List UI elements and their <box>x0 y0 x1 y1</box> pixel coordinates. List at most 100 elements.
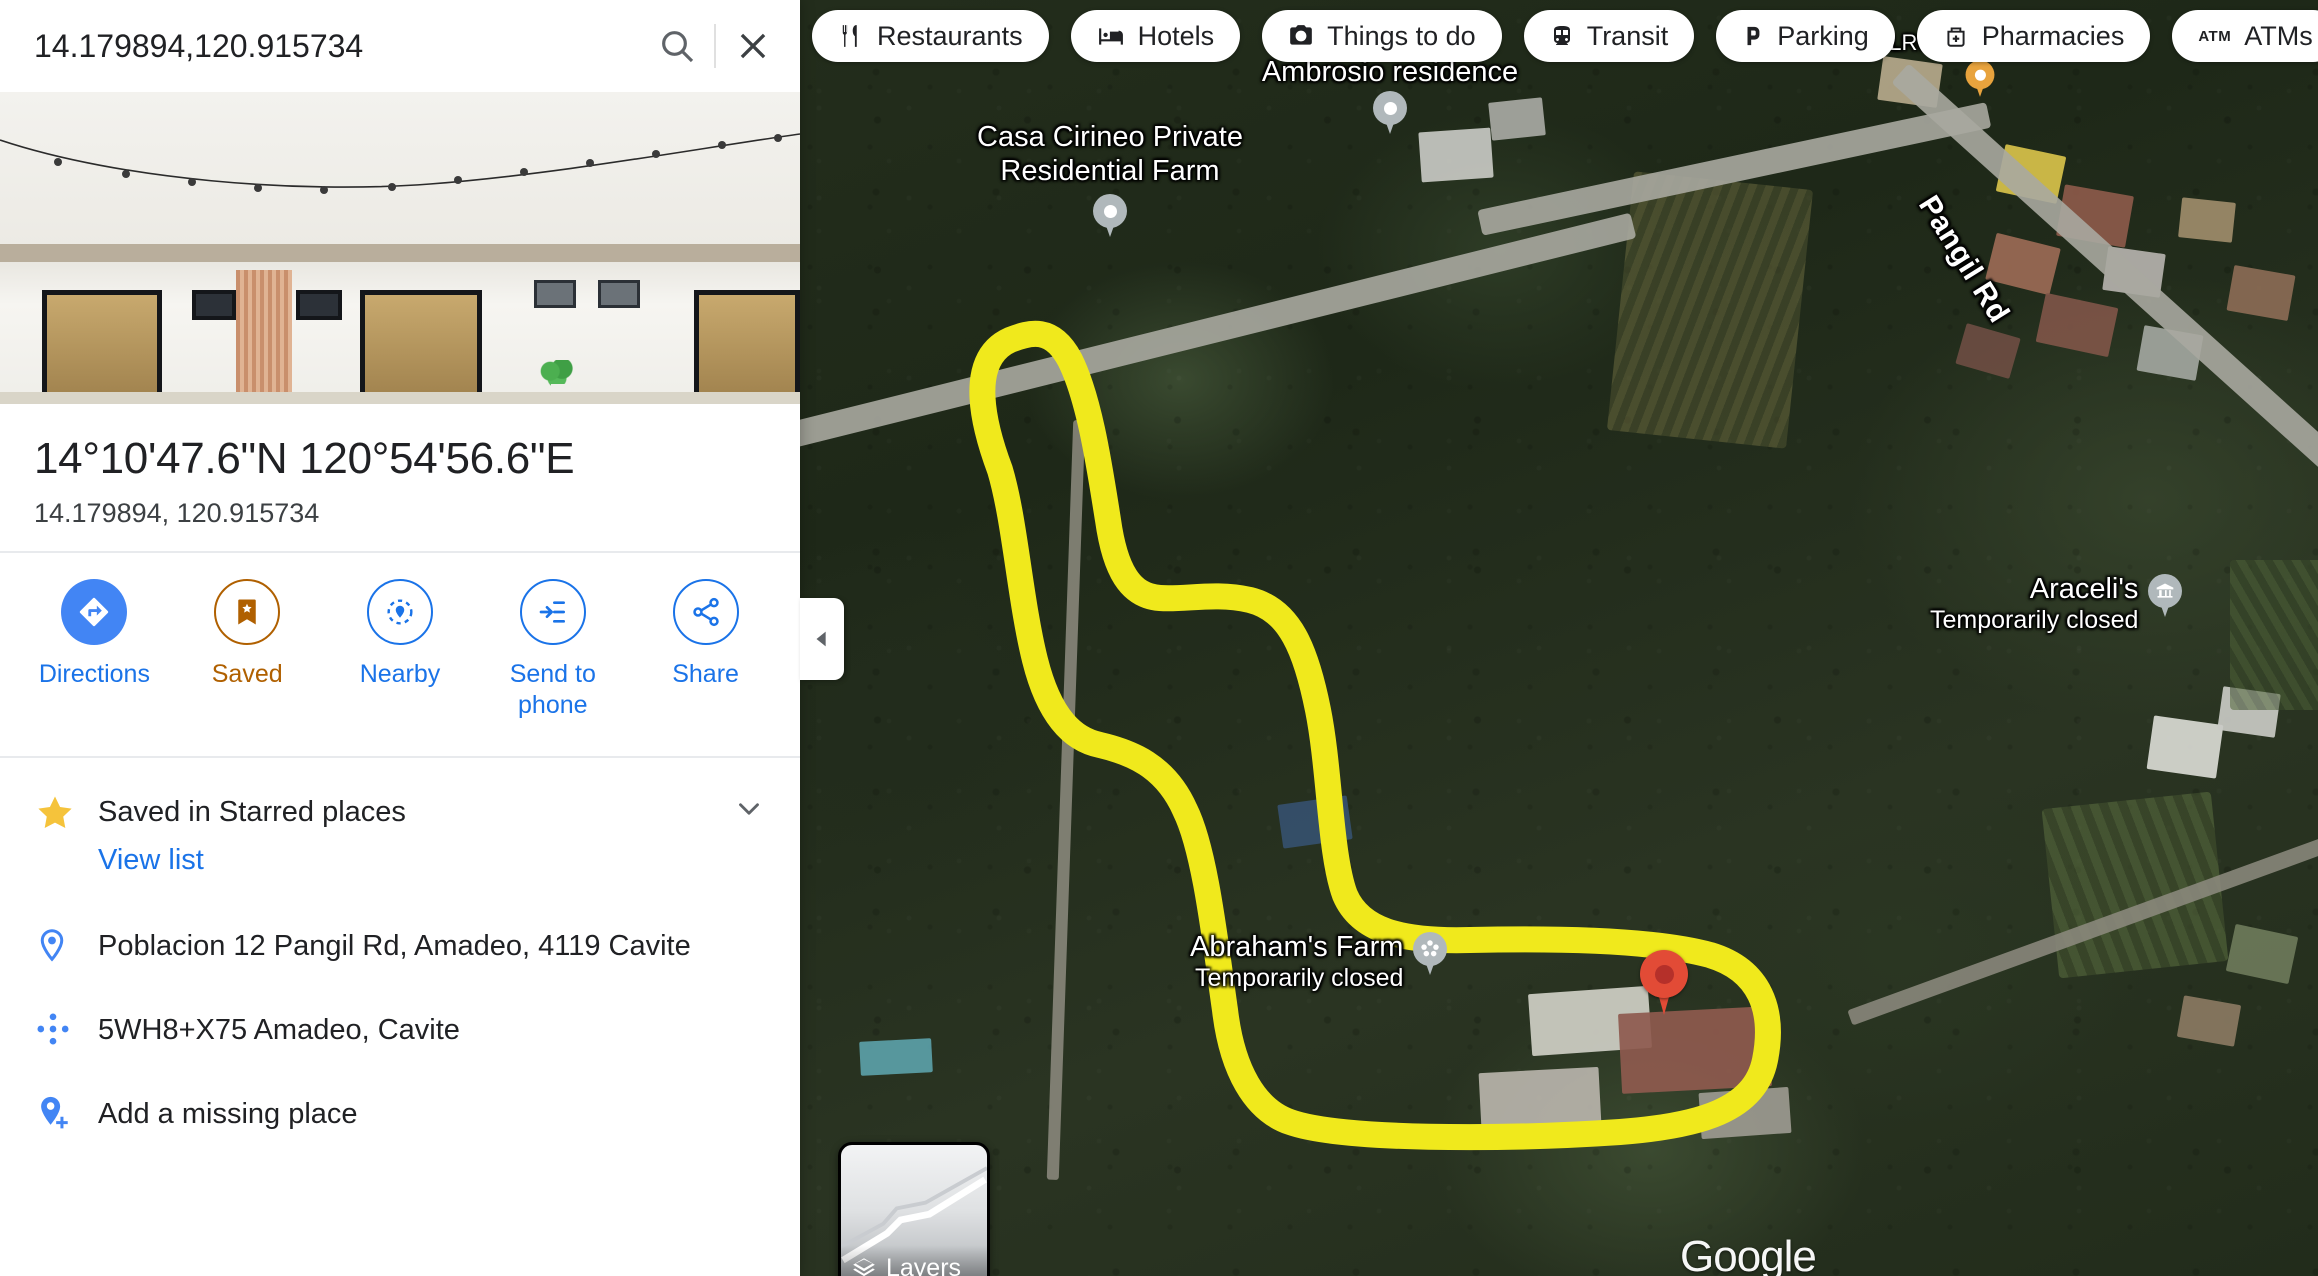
category-chip-bar: Restaurants Hotels Things to do Transit … <box>800 0 2318 72</box>
photo-window <box>42 290 162 404</box>
transit-icon <box>1553 26 1570 45</box>
garden-pin-icon <box>1413 932 1448 976</box>
maps-app: Pangil Rd Ambrosio residence Casa Cirine… <box>0 0 2318 1276</box>
photo-window <box>694 290 800 404</box>
location-pin-icon-wrap <box>34 927 98 963</box>
chip-things-to-do[interactable]: Things to do <box>1262 10 1502 62</box>
farm-plot <box>2230 560 2318 710</box>
destination-marker[interactable] <box>1640 950 1688 1016</box>
saved-list-row[interactable]: Saved in Starred places <box>0 758 800 838</box>
poi-casa-cirineo[interactable]: Casa Cirineo Private Residential Farm <box>960 120 1260 238</box>
chip-atms[interactable]: ATM ATMs <box>2172 10 2318 62</box>
museum-pin-icon <box>2148 574 2183 618</box>
chevron-down-icon <box>739 803 759 815</box>
share-icon <box>692 597 719 627</box>
collapse-panel-button[interactable] <box>800 598 844 680</box>
poi-abrahams-farm[interactable]: Abraham's Farm Temporarily closed <box>1190 930 1448 993</box>
page-title: 14°10'47.6"N 120°54'56.6"E <box>34 434 575 483</box>
location-pin-icon <box>40 929 64 962</box>
layers-button[interactable]: Layers <box>838 1142 990 1276</box>
saved-button[interactable]: Saved <box>171 579 324 720</box>
send-to-phone-icon <box>539 601 565 623</box>
directions-button[interactable]: Directions <box>18 579 171 720</box>
chip-label: Things to do <box>1327 20 1476 51</box>
star-icon <box>38 796 72 829</box>
place-title-block: 14°10'47.6"N 120°54'56.6"E 14.179894, 12… <box>0 404 800 551</box>
action-label: Share <box>672 660 739 688</box>
search-icon <box>662 31 694 63</box>
building <box>2178 197 2236 243</box>
chip-label: ATMs <box>2244 20 2313 51</box>
restaurant-icon <box>842 25 857 47</box>
bookmark-star-icon <box>238 599 256 625</box>
address-row[interactable]: Poblacion 12 Pangil Rd, Amadeo, 4119 Cav… <box>0 903 800 987</box>
layers-icon <box>853 1258 875 1276</box>
chip-parking[interactable]: Parking <box>1716 10 1895 62</box>
building <box>1478 1066 1602 1132</box>
close-icon <box>740 33 766 59</box>
action-label: Send to phone <box>509 660 596 719</box>
chip-transit[interactable]: Transit <box>1523 10 1695 62</box>
share-button[interactable]: Share <box>629 579 782 720</box>
coordinates-subtitle: 14.179894, 120.915734 <box>34 498 320 528</box>
photo-patio <box>0 392 800 404</box>
photo-wood-slats <box>236 270 292 404</box>
search-input[interactable] <box>34 27 644 65</box>
plus-code-icon <box>37 1013 69 1045</box>
add-missing-place-text: Add a missing place <box>98 1097 358 1130</box>
google-watermark: Google <box>1680 1232 1817 1276</box>
action-label: Directions <box>38 660 150 688</box>
view-list-link[interactable]: View list <box>0 838 204 903</box>
photo-window <box>192 290 236 320</box>
place-details-panel: 14°10'47.6"N 120°54'56.6"E 14.179894, 12… <box>0 0 800 1276</box>
star-icon-wrap <box>34 792 98 834</box>
add-missing-place-row[interactable]: Add a missing place <box>0 1071 800 1155</box>
chip-label: Parking <box>1777 20 1869 51</box>
layers-label: Layers <box>886 1253 962 1276</box>
directions-icon <box>80 597 109 627</box>
chip-label: Pharmacies <box>1981 20 2125 51</box>
chip-hotels[interactable]: Hotels <box>1070 10 1241 62</box>
building <box>1618 1006 1772 1094</box>
chip-pharmacies[interactable]: Pharmacies <box>1916 10 2151 62</box>
nearby-pin-icon <box>387 599 413 625</box>
map-pin-icon <box>1093 194 1127 238</box>
plus-code-icon-wrap <box>34 1010 98 1048</box>
place-photo[interactable] <box>0 92 800 404</box>
search-button[interactable] <box>644 13 710 79</box>
add-place-icon-wrap <box>34 1094 98 1132</box>
search-divider <box>714 24 716 68</box>
chip-label: Hotels <box>1137 20 1215 51</box>
photo-ac-unit <box>534 280 576 308</box>
add-place-icon <box>41 1096 68 1129</box>
search-bar[interactable] <box>0 0 800 92</box>
expand-saved-button[interactable] <box>732 792 766 826</box>
photo-ac-unit <box>598 280 640 308</box>
camera-icon <box>1290 25 1312 45</box>
send-to-phone-button[interactable]: Send to phone <box>476 579 629 720</box>
photo-window <box>296 290 342 320</box>
chip-restaurants[interactable]: Restaurants <box>812 10 1049 62</box>
saved-list-label: Saved in Starred places <box>98 796 406 828</box>
nearby-button[interactable]: Nearby <box>324 579 477 720</box>
poi-status: Temporarily closed <box>1195 964 1404 993</box>
building <box>1418 127 1494 183</box>
pharmacy-icon <box>1947 27 1965 47</box>
chevron-left-icon <box>816 631 826 647</box>
action-button-row: Directions Saved Nearby Send to phone Sh… <box>0 553 800 730</box>
close-search-button[interactable] <box>720 13 786 79</box>
chip-label: Restaurants <box>877 20 1023 51</box>
photo-window <box>360 290 482 404</box>
chip-label: Transit <box>1586 20 1669 51</box>
hotel-icon <box>1098 28 1123 45</box>
map-pin-icon <box>1373 91 1407 135</box>
building <box>1698 1086 1792 1140</box>
address-text: Poblacion 12 Pangil Rd, Amadeo, 4119 Cav… <box>98 929 691 962</box>
atm-icon: ATM <box>2198 27 2232 45</box>
action-label: Saved <box>211 660 283 688</box>
poi-label: Abraham's Farm <box>1190 931 1404 963</box>
poi-label: Casa Cirineo Private Residential Farm <box>977 121 1243 188</box>
farm-plot <box>1606 171 1814 449</box>
plus-code-row[interactable]: 5WH8+X75 Amadeo, Cavite <box>0 987 800 1071</box>
poi-aracelis[interactable]: Araceli's Temporarily closed <box>1930 572 2183 635</box>
